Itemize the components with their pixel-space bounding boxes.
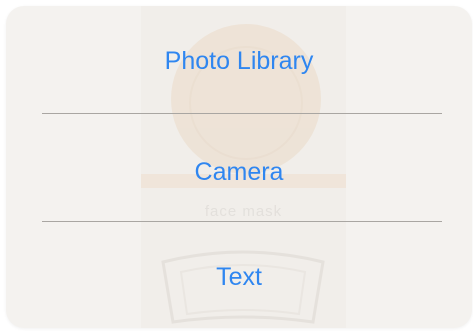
action-sheet: face mask Photo Library Camera Text bbox=[6, 6, 472, 328]
divider bbox=[42, 221, 442, 222]
camera-button[interactable]: Camera bbox=[6, 122, 472, 222]
photo-library-button[interactable]: Photo Library bbox=[6, 11, 472, 111]
photo-library-label: Photo Library bbox=[164, 46, 314, 75]
camera-label: Camera bbox=[194, 157, 284, 186]
text-button[interactable]: Text bbox=[6, 227, 472, 327]
screen: face mask Photo Library Camera Text bbox=[0, 0, 473, 331]
text-label: Text bbox=[216, 262, 262, 291]
divider bbox=[42, 113, 442, 114]
action-sheet-options: Photo Library Camera Text bbox=[6, 6, 472, 328]
